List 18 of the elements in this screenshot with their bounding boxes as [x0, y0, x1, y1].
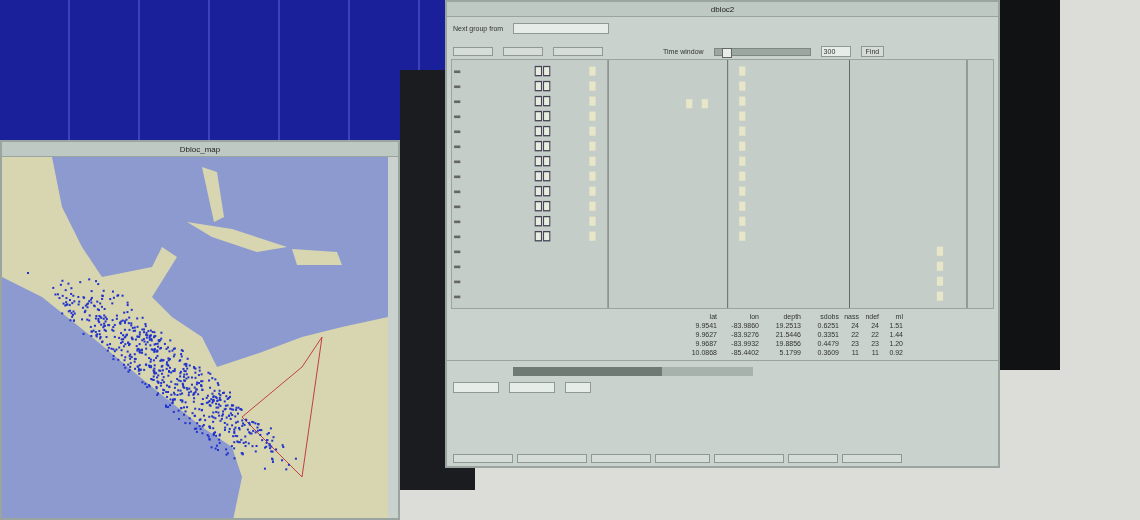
toolbar-button[interactable]	[453, 454, 513, 463]
toolbar-button[interactable]	[842, 454, 902, 463]
toolbar-button[interactable]	[517, 454, 587, 463]
window-title: Dbloc_map	[179, 144, 221, 154]
toolbar-button[interactable]	[453, 47, 493, 56]
toolbar-button[interactable]	[714, 454, 784, 463]
input-field[interactable]	[453, 382, 499, 393]
input-field[interactable]	[565, 382, 591, 393]
input-field[interactable]	[509, 382, 555, 393]
time-window-slider[interactable]	[713, 47, 811, 56]
toolbar-button[interactable]	[788, 454, 838, 463]
toolbar-button[interactable]	[553, 47, 603, 56]
slider-thumb[interactable]	[722, 47, 732, 58]
date-field[interactable]	[513, 23, 610, 34]
window-title: dbloc2	[710, 4, 735, 14]
toolbar-button[interactable]	[591, 454, 651, 463]
toolbar-button[interactable]	[503, 47, 543, 56]
toolbar-button[interactable]	[655, 454, 710, 463]
